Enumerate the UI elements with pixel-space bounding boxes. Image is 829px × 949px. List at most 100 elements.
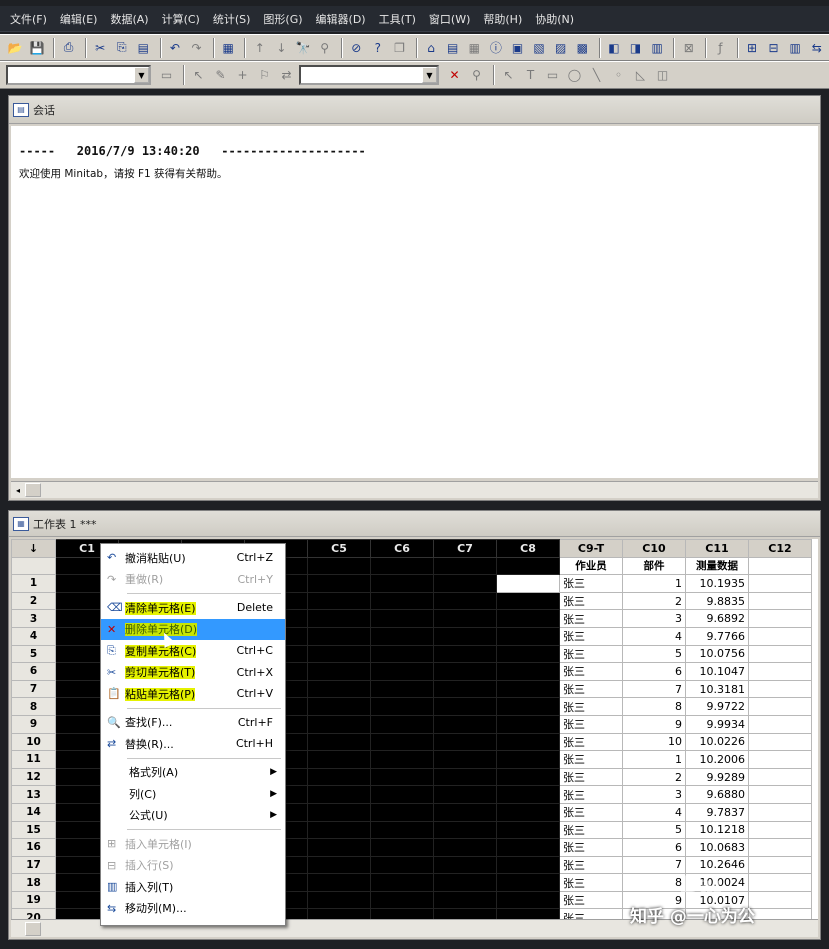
print-icon[interactable]: ⎙ — [59, 38, 78, 57]
grid-cell-empty[interactable] — [748, 750, 812, 769]
grid-cell-part[interactable]: 2 — [622, 591, 686, 611]
column-header-c12[interactable]: C12 — [748, 539, 812, 558]
grid-cell-selected[interactable] — [370, 662, 434, 681]
grid-cell-selected[interactable] — [496, 820, 560, 840]
context-menu-item[interactable]: ✕ 删除单元格(D) — [101, 618, 285, 640]
help-icon[interactable]: ? — [369, 38, 388, 57]
crosshair-icon[interactable]: + — [233, 66, 252, 85]
grid-cell-selected[interactable] — [433, 662, 497, 681]
context-menu-item[interactable]: ⊟ 插入行(S) — [101, 855, 285, 877]
grid-cell-operator[interactable]: 张三 — [559, 802, 623, 822]
grid-cell-part[interactable]: 4 — [622, 802, 686, 822]
grid-cell-part[interactable]: 7 — [622, 679, 686, 699]
grid-cell-part[interactable]: 5 — [622, 644, 686, 664]
grid-cell-selected[interactable] — [370, 873, 434, 892]
context-menu-item[interactable]: 📋 粘贴单元格(P) Ctrl+V — [101, 683, 285, 705]
paste-icon[interactable]: ▤ — [134, 38, 153, 57]
grid-cell-part[interactable]: 8 — [622, 873, 686, 892]
menu-data[interactable]: 数据(A) — [110, 11, 148, 27]
grid-cell-selected[interactable] — [307, 714, 371, 734]
menu-graph[interactable]: 图形(G) — [263, 11, 302, 27]
menu-assist[interactable]: 协助(N) — [535, 11, 574, 27]
menu-stat[interactable]: 统计(S) — [213, 11, 251, 27]
grid-cell-selected[interactable] — [370, 626, 434, 646]
context-menu-item[interactable]: 列(C) ▶ — [101, 783, 285, 805]
row-number[interactable]: 16 — [11, 838, 56, 857]
polygon-tool-icon[interactable]: ◺ — [631, 66, 650, 85]
grid-cell-selected[interactable] — [307, 644, 371, 664]
grid-cell-selected[interactable] — [370, 838, 434, 857]
grid-cell-selected[interactable] — [307, 855, 371, 875]
grid-cell-measurement[interactable]: 10.1047 — [685, 662, 749, 681]
grid-cell-operator[interactable]: 张三 — [559, 750, 623, 769]
grid-cell-empty[interactable] — [748, 714, 812, 734]
scroll-left-icon[interactable]: ◂ — [11, 486, 25, 495]
grid-cell-selected[interactable] — [433, 732, 497, 752]
info-icon[interactable]: ⓘ — [487, 38, 506, 57]
grid-cell-selected[interactable] — [433, 750, 497, 769]
grid-cell-measurement[interactable]: 10.0683 — [685, 838, 749, 857]
row-number[interactable]: 14 — [11, 802, 56, 822]
grid-cell-operator[interactable]: 张三 — [559, 626, 623, 646]
row-number[interactable]: 6 — [11, 662, 56, 681]
row-number[interactable]: 17 — [11, 855, 56, 875]
grid-cell-part[interactable]: 7 — [622, 855, 686, 875]
grid-cell-selected[interactable] — [370, 732, 434, 752]
copy-icon[interactable]: ⎘ — [112, 38, 131, 57]
context-menu-item[interactable]: ⇆ 移动列(M)... — [101, 898, 285, 920]
grid-cell-selected[interactable] — [307, 908, 371, 919]
grid-cell-empty[interactable] — [748, 732, 812, 752]
grid-cell-selected[interactable] — [496, 679, 560, 699]
grid-cell-part[interactable]: 2 — [622, 767, 686, 787]
grid-cell-selected[interactable] — [307, 662, 371, 681]
grid-cell-operator[interactable]: 张三 — [559, 574, 623, 593]
worksheet-icon[interactable]: ▦ — [465, 38, 484, 57]
grid-cell-empty[interactable] — [748, 662, 812, 681]
grid-cell-selected[interactable] — [370, 908, 434, 919]
cancel-icon[interactable]: ⊘ — [347, 38, 366, 57]
grid-cell-selected[interactable] — [496, 574, 560, 593]
grid-cell-selected[interactable] — [433, 644, 497, 664]
grid-cell-selected[interactable] — [370, 574, 434, 593]
grid-cell-selected[interactable] — [370, 714, 434, 734]
row-number[interactable]: 8 — [11, 697, 56, 716]
grid-cell-part[interactable]: 10 — [622, 732, 686, 752]
grid-cell-selected[interactable] — [307, 767, 371, 787]
grid-cell-selected[interactable] — [496, 785, 560, 804]
grid-cell-selected[interactable] — [370, 767, 434, 787]
grid-cell-selected[interactable] — [433, 785, 497, 804]
grid-cell-selected[interactable] — [370, 750, 434, 769]
copy-window-icon[interactable]: ❐ — [390, 38, 409, 57]
open-icon[interactable]: 📂 — [6, 38, 25, 57]
grid-cell-selected[interactable] — [307, 750, 371, 769]
grid-cell-operator[interactable]: 张三 — [559, 908, 623, 919]
column-name-cell[interactable]: 作业员 — [559, 556, 623, 576]
grid-cell-selected[interactable] — [307, 609, 371, 628]
grid-cell-selected[interactable] — [370, 679, 434, 699]
grid-cell-part[interactable]: 4 — [622, 626, 686, 646]
grid-cell-selected[interactable] — [433, 697, 497, 716]
grid-cell-operator[interactable]: 张三 — [559, 697, 623, 716]
grid-cell-selected[interactable] — [496, 873, 560, 892]
column-name-cell[interactable]: 部件 — [622, 556, 686, 576]
show-graphs-icon[interactable]: ◧ — [605, 38, 624, 57]
grid-cell-empty[interactable] — [748, 820, 812, 840]
grid-cell-operator[interactable]: 张三 — [559, 644, 623, 664]
insert-cells-icon[interactable]: ⊞ — [743, 38, 762, 57]
grid-cell-selected[interactable] — [307, 785, 371, 804]
column-name-cell[interactable]: 测量数据 — [685, 556, 749, 576]
grid-cell-selected[interactable] — [496, 802, 560, 822]
grid-cell-operator[interactable]: 张三 — [559, 591, 623, 611]
grid-cell-selected[interactable] — [307, 697, 371, 716]
close-all-icon[interactable]: ⊠ — [679, 38, 698, 57]
row-number[interactable]: 5 — [11, 644, 56, 664]
save-icon[interactable]: 💾 — [28, 38, 47, 57]
grid-cell-selected[interactable] — [496, 626, 560, 646]
column-name-cell[interactable] — [307, 556, 371, 576]
grid-cell-operator[interactable]: 张三 — [559, 767, 623, 787]
formula-icon[interactable]: ƒ — [711, 38, 730, 57]
grid-cell-selected[interactable] — [496, 767, 560, 787]
grid-cell-empty[interactable] — [748, 697, 812, 716]
replace-icon[interactable]: ⚲ — [315, 38, 334, 57]
menu-tools[interactable]: 工具(T) — [379, 11, 416, 27]
